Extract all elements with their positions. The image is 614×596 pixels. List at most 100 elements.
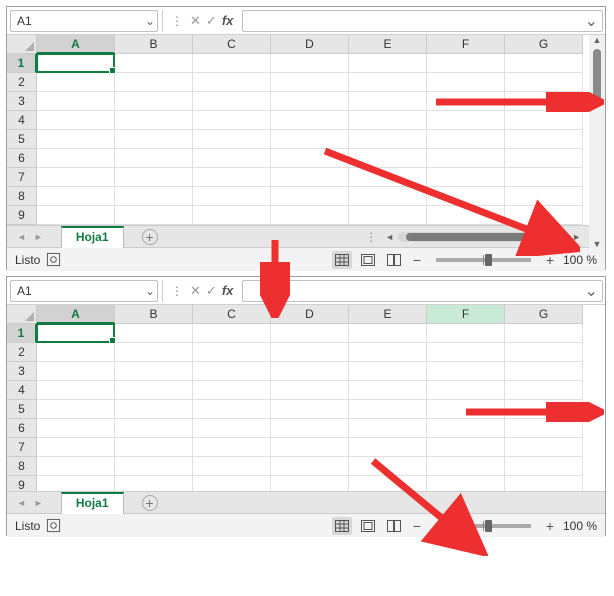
cell[interactable] (115, 362, 193, 381)
add-sheet-button[interactable]: + (142, 495, 158, 511)
add-sheet-button[interactable]: + (142, 229, 158, 245)
cell[interactable] (349, 92, 427, 111)
zoom-out-button[interactable]: − (410, 518, 424, 534)
cell[interactable] (115, 476, 193, 491)
cell[interactable] (427, 92, 505, 111)
select-all-corner[interactable] (7, 305, 37, 324)
cell[interactable] (505, 400, 583, 419)
row-header[interactable]: 2 (7, 73, 37, 92)
cell[interactable] (193, 168, 271, 187)
cell[interactable] (349, 476, 427, 491)
row-header[interactable]: 8 (7, 187, 37, 206)
zoom-out-button[interactable]: − (410, 252, 424, 268)
normal-view-button[interactable] (332, 251, 352, 269)
vscroll-thumb[interactable] (593, 49, 601, 101)
cell[interactable] (271, 92, 349, 111)
cell[interactable] (115, 419, 193, 438)
row-header[interactable]: 8 (7, 457, 37, 476)
cell[interactable] (271, 130, 349, 149)
cell[interactable] (349, 362, 427, 381)
cancel-icon[interactable]: ✕ (190, 283, 201, 299)
cell[interactable] (271, 457, 349, 476)
cell[interactable] (115, 343, 193, 362)
cell[interactable] (505, 362, 583, 381)
cell[interactable] (427, 168, 505, 187)
cell[interactable] (115, 381, 193, 400)
cell[interactable] (349, 400, 427, 419)
cell[interactable] (427, 54, 505, 73)
cell[interactable] (193, 381, 271, 400)
spreadsheet-grid[interactable]: ABCDEFG 123456789 (7, 35, 605, 225)
cell[interactable] (271, 343, 349, 362)
cell[interactable] (505, 343, 583, 362)
cell[interactable] (427, 457, 505, 476)
column-header[interactable]: F (427, 305, 505, 324)
cell[interactable] (427, 362, 505, 381)
zoom-knob[interactable] (485, 254, 492, 266)
cell[interactable] (271, 73, 349, 92)
sheet-tab[interactable]: Hoja1 (61, 226, 124, 248)
cell[interactable] (349, 324, 427, 343)
cell[interactable] (349, 54, 427, 73)
cell[interactable] (349, 130, 427, 149)
cell[interactable] (427, 149, 505, 168)
cell[interactable] (193, 130, 271, 149)
page-layout-view-button[interactable] (358, 251, 378, 269)
column-header[interactable]: C (193, 35, 271, 54)
record-macro-icon[interactable] (46, 252, 61, 267)
cell[interactable] (115, 206, 193, 225)
cell[interactable] (271, 438, 349, 457)
cell[interactable] (349, 149, 427, 168)
cell[interactable] (193, 400, 271, 419)
cell[interactable] (427, 324, 505, 343)
row-header[interactable]: 6 (7, 419, 37, 438)
cell[interactable] (271, 206, 349, 225)
vertical-scrollbar[interactable]: ▲ ▼ (589, 35, 605, 249)
kebab-icon[interactable]: ⋮ (361, 230, 381, 244)
page-break-view-button[interactable] (384, 251, 404, 269)
cell[interactable] (271, 149, 349, 168)
cell[interactable] (193, 419, 271, 438)
column-header[interactable]: A (37, 35, 115, 54)
cell[interactable] (193, 149, 271, 168)
cell[interactable] (37, 457, 115, 476)
cell[interactable] (37, 168, 115, 187)
cell[interactable] (427, 438, 505, 457)
cell[interactable] (193, 111, 271, 130)
cell[interactable] (115, 457, 193, 476)
cell[interactable] (37, 419, 115, 438)
cell[interactable] (37, 187, 115, 206)
formula-input[interactable]: ⌄ (242, 280, 603, 302)
cell[interactable] (349, 168, 427, 187)
cell[interactable] (193, 187, 271, 206)
column-header[interactable]: B (115, 305, 193, 324)
cell[interactable] (427, 187, 505, 206)
cell[interactable] (37, 92, 115, 111)
cell[interactable] (193, 343, 271, 362)
cell[interactable] (271, 324, 349, 343)
accept-icon[interactable]: ✓ (206, 283, 217, 299)
cell[interactable] (349, 438, 427, 457)
row-header[interactable]: 7 (7, 438, 37, 457)
cell[interactable] (505, 111, 583, 130)
cell[interactable] (193, 73, 271, 92)
cell[interactable] (271, 168, 349, 187)
column-header[interactable]: B (115, 35, 193, 54)
cell[interactable] (115, 54, 193, 73)
cell[interactable] (505, 73, 583, 92)
row-header[interactable]: 5 (7, 400, 37, 419)
cell[interactable] (271, 400, 349, 419)
scroll-down-icon[interactable]: ▼ (592, 239, 602, 249)
cell[interactable] (37, 149, 115, 168)
row-header[interactable]: 2 (7, 343, 37, 362)
cell[interactable] (349, 457, 427, 476)
cell[interactable] (505, 92, 583, 111)
column-header[interactable]: A (37, 305, 115, 324)
cell[interactable] (37, 324, 115, 343)
page-break-view-button[interactable] (384, 517, 404, 535)
horizontal-scrollbar[interactable] (398, 232, 568, 242)
cell[interactable] (193, 362, 271, 381)
cell[interactable] (37, 130, 115, 149)
cell[interactable] (193, 457, 271, 476)
row-header[interactable]: 4 (7, 381, 37, 400)
